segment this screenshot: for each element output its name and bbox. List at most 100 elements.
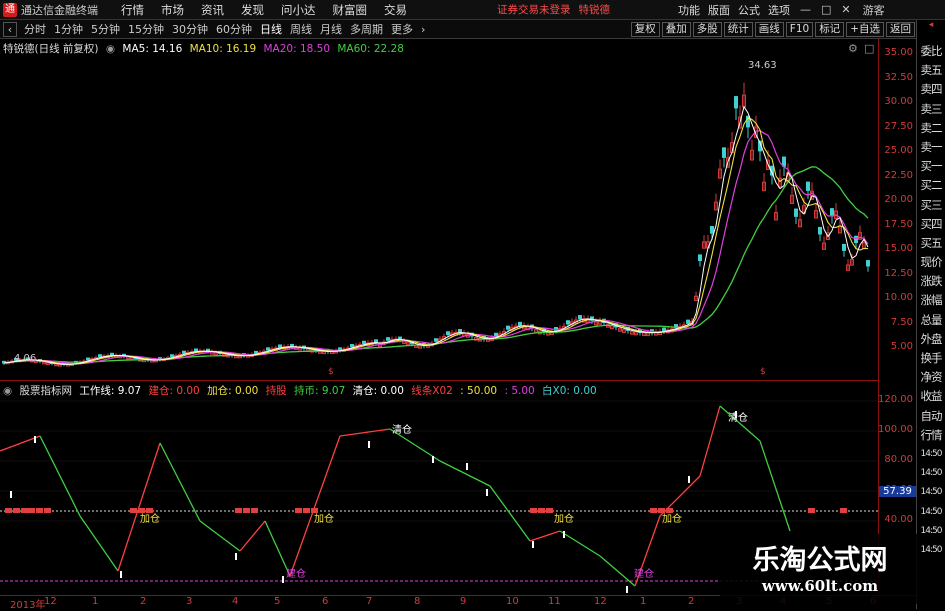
period-tick[interactable]: 分时 bbox=[23, 21, 47, 37]
ind-item: 清仓: 0.00 bbox=[352, 385, 404, 397]
maximize-icon[interactable]: □ bbox=[821, 3, 831, 16]
candle-body bbox=[194, 348, 198, 352]
add-watchlist-button[interactable]: +自选 bbox=[846, 21, 884, 37]
period-1min[interactable]: 1分钟 bbox=[53, 21, 84, 37]
side-field[interactable]: 外盘 bbox=[917, 330, 945, 349]
side-field[interactable]: 净资 bbox=[917, 368, 945, 387]
side-field[interactable]: 现价 bbox=[917, 253, 945, 272]
side-field[interactable]: 买五 bbox=[917, 234, 945, 253]
price-chart-panel[interactable]: 34.63 4.06 $ $ 特锐德(日线 前复权) ◉ MA5: 14.16 … bbox=[0, 39, 878, 380]
side-field[interactable]: 总量 bbox=[917, 311, 945, 330]
side-field[interactable]: 收益 bbox=[917, 387, 945, 406]
side-field[interactable]: 卖五 bbox=[917, 61, 945, 80]
side-field[interactable]: 14:50 bbox=[917, 483, 945, 502]
period-toolbar: ‹ 分时 1分钟 5分钟 15分钟 30分钟 60分钟 日线 周线 月线 多周期… bbox=[0, 20, 945, 39]
settings-icon[interactable]: ⚙ bbox=[848, 42, 858, 55]
menu-market[interactable]: 市场 bbox=[161, 2, 184, 18]
candle-body bbox=[722, 147, 726, 158]
signal-tick bbox=[235, 553, 237, 560]
side-field[interactable]: 14:50 bbox=[917, 541, 945, 560]
side-field[interactable]: 14:50 bbox=[917, 464, 945, 483]
date-tick: 5 bbox=[274, 596, 281, 607]
candle-body bbox=[86, 357, 90, 361]
menu-functions[interactable]: 功能 bbox=[678, 2, 700, 18]
side-field[interactable]: 卖三 bbox=[917, 100, 945, 119]
period-15min[interactable]: 15分钟 bbox=[127, 21, 165, 37]
side-field[interactable]: 卖四 bbox=[917, 80, 945, 99]
signal-pill bbox=[235, 508, 242, 513]
candle-body bbox=[782, 156, 786, 167]
side-field[interactable]: 买一 bbox=[917, 157, 945, 176]
minimize-icon[interactable]: — bbox=[800, 3, 811, 16]
date-tick: 11 bbox=[548, 596, 561, 607]
menu-news[interactable]: 资讯 bbox=[201, 2, 224, 18]
side-field[interactable]: 委比 bbox=[917, 42, 945, 61]
signal-pill bbox=[146, 508, 153, 513]
adjust-button[interactable]: 复权 bbox=[630, 21, 660, 37]
menu-layout[interactable]: 版面 bbox=[708, 2, 730, 18]
more-arrow-icon[interactable]: › bbox=[420, 23, 426, 36]
f10-button[interactable]: F10 bbox=[785, 21, 814, 37]
draw-button[interactable]: 画线 bbox=[754, 21, 784, 37]
restore-icon[interactable]: □ bbox=[864, 42, 874, 55]
overlay-button[interactable]: 叠加 bbox=[661, 21, 691, 37]
signal-tick bbox=[688, 476, 690, 483]
ind-item: 加仓: 0.00 bbox=[207, 385, 259, 397]
candle-body bbox=[506, 325, 510, 330]
side-field[interactable]: 卖二 bbox=[917, 119, 945, 138]
menu-wealth[interactable]: 财富圈 bbox=[333, 2, 368, 18]
ind-item: : 5.00 bbox=[504, 385, 535, 397]
back-arrow-icon[interactable]: ‹ bbox=[3, 21, 17, 37]
menu-formula[interactable]: 公式 bbox=[738, 2, 760, 18]
period-5min[interactable]: 5分钟 bbox=[90, 21, 121, 37]
work-line-segment bbox=[439, 460, 491, 487]
side-field[interactable]: 14:50 bbox=[917, 503, 945, 522]
return-button[interactable]: 返回 bbox=[886, 21, 915, 37]
multi-stock-button[interactable]: 多股 bbox=[692, 21, 722, 37]
period-monthly[interactable]: 月线 bbox=[319, 21, 343, 37]
mark-button[interactable]: 标记 bbox=[815, 21, 845, 37]
quote-side-panel[interactable]: ◂ 委比 卖五 卖四 卖三 卖二 卖一 买一 买二 买三 买四 买五 现价 涨跌 涨幅 总量 外盘 换手 净资 收益… bbox=[916, 20, 945, 609]
candle-body bbox=[866, 260, 870, 267]
menu-discover[interactable]: 发现 bbox=[241, 2, 264, 18]
side-field[interactable]: 涨跌 bbox=[917, 272, 945, 291]
candle-body bbox=[386, 337, 390, 341]
side-field[interactable]: 14:50 bbox=[917, 522, 945, 541]
period-weekly[interactable]: 周线 bbox=[289, 21, 313, 37]
stats-button[interactable]: 统计 bbox=[723, 21, 753, 37]
signal-pill bbox=[130, 508, 137, 513]
period-multi[interactable]: 多周期 bbox=[349, 21, 384, 37]
period-more[interactable]: 更多 bbox=[390, 21, 414, 37]
side-field[interactable]: 买四 bbox=[917, 215, 945, 234]
menu-trade[interactable]: 交易 bbox=[384, 2, 407, 18]
side-field[interactable]: 行情 bbox=[917, 426, 945, 445]
menu-quotes[interactable]: 行情 bbox=[121, 2, 144, 18]
date-tick: 12 bbox=[594, 596, 607, 607]
period-30min[interactable]: 30分钟 bbox=[171, 21, 209, 37]
candle-body bbox=[794, 208, 798, 217]
menu-options[interactable]: 选项 bbox=[768, 2, 790, 18]
side-field[interactable]: 换手 bbox=[917, 349, 945, 368]
period-60min[interactable]: 60分钟 bbox=[215, 21, 253, 37]
side-field[interactable]: 14:50 bbox=[917, 445, 945, 464]
work-line-segment bbox=[117, 442, 161, 572]
period-daily[interactable]: 日线 bbox=[259, 21, 283, 37]
work-line-segment bbox=[39, 435, 81, 517]
login-warning[interactable]: 证券交易未登录 bbox=[497, 2, 571, 17]
work-line-segment bbox=[489, 485, 531, 542]
signal-tick bbox=[34, 436, 36, 443]
toggle-icon[interactable]: ◂ bbox=[917, 20, 945, 42]
price-tick: 10.00 bbox=[884, 292, 913, 303]
price-tick: 17.50 bbox=[884, 218, 913, 230]
menu-ask[interactable]: 问小达 bbox=[281, 2, 316, 18]
date-tick: 6 bbox=[322, 596, 329, 607]
signal-tick bbox=[10, 491, 12, 498]
side-field[interactable]: 卖一 bbox=[917, 138, 945, 157]
guest-login[interactable]: 游客 bbox=[863, 2, 885, 18]
side-field[interactable]: 买三 bbox=[917, 196, 945, 215]
side-field[interactable]: 买二 bbox=[917, 176, 945, 195]
side-field[interactable]: 涨幅 bbox=[917, 291, 945, 310]
toggle-icon[interactable]: ◉ bbox=[106, 43, 115, 55]
close-icon[interactable]: ✕ bbox=[841, 3, 850, 16]
side-field[interactable]: 自动 bbox=[917, 407, 945, 426]
